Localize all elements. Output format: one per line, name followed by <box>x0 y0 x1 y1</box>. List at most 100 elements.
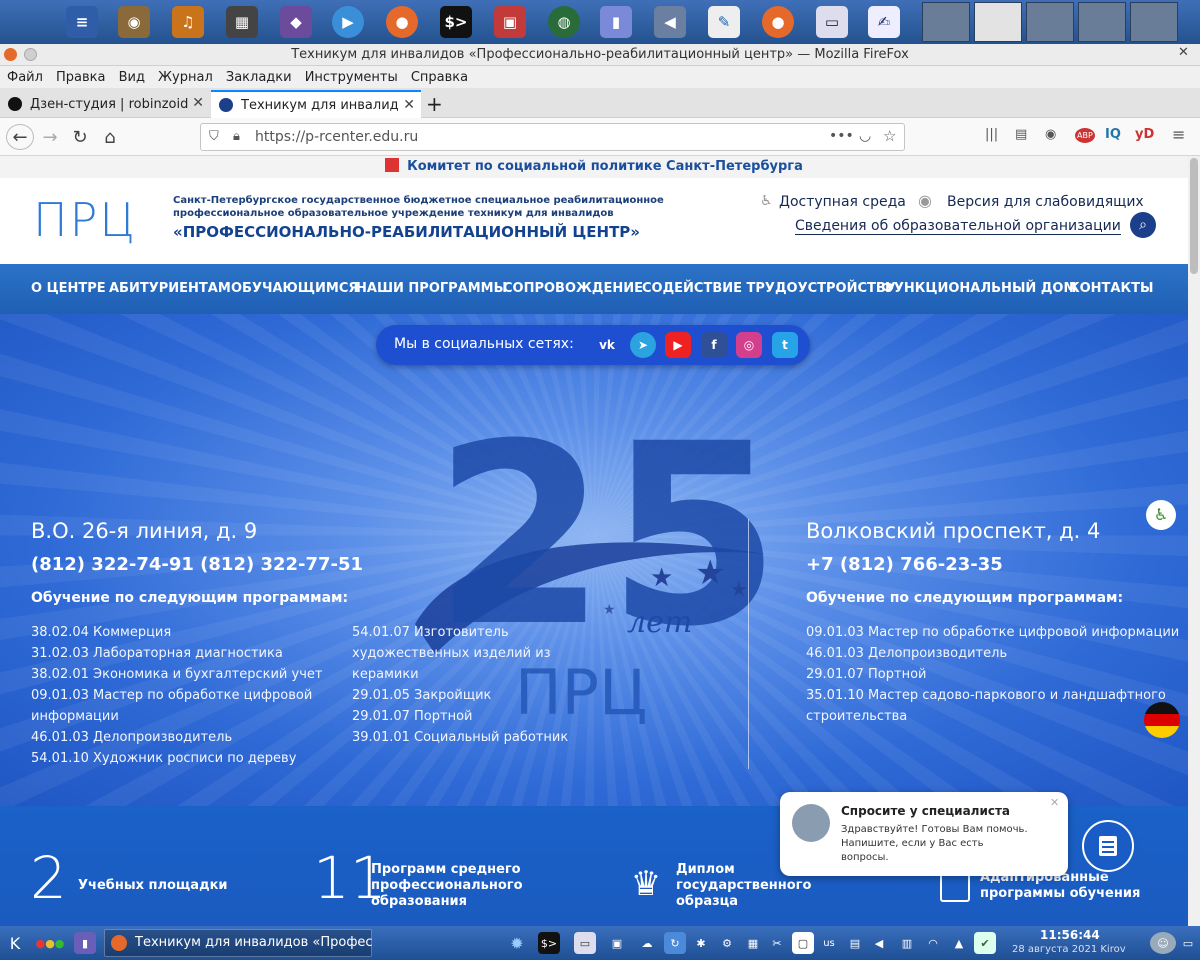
media-player-icon[interactable]: ▶ <box>332 6 364 38</box>
desktop-thumb-active[interactable] <box>974 2 1022 42</box>
chat-popup[interactable]: Спросите у специалиста Здравствуйте! Гот… <box>780 792 1068 876</box>
program-item[interactable]: 09.01.03 Мастер по обработке цифровой ин… <box>806 622 1179 643</box>
pocket-icon[interactable]: ◡ <box>859 128 871 144</box>
accessibility-widget-icon[interactable]: ♿︎ <box>1146 500 1176 530</box>
committee-link[interactable]: Комитет по социальной политике Санкт-Пет… <box>407 159 803 174</box>
audacity-icon[interactable]: ♫ <box>172 6 204 38</box>
display-settings-icon[interactable]: ▭ <box>1180 932 1196 954</box>
close-tab-icon[interactable]: ✕ <box>403 97 415 113</box>
star-icon[interactable]: ☆ <box>883 127 896 145</box>
cloud-tray-icon[interactable]: ☁ <box>636 932 658 954</box>
reload-button[interactable]: ↻ <box>66 124 94 150</box>
monitor-icon[interactable]: ▭ <box>816 6 848 38</box>
package-icon[interactable]: ▣ <box>494 6 526 38</box>
settings-tray-icon[interactable]: ⚙ <box>716 932 738 954</box>
program-item[interactable]: 29.01.05 Закройщик <box>352 685 568 706</box>
nav-programs[interactable]: НАШИ ПРОГРАММЫ <box>356 281 507 296</box>
menu-view[interactable]: Вид <box>119 70 145 85</box>
nav-functional-home[interactable]: ФУНКЦИОНАЛЬНЫЙ ДОМ <box>881 281 1076 296</box>
forward-button[interactable]: → <box>36 124 64 150</box>
globe-icon[interactable]: ◍ <box>548 6 580 38</box>
firefox-icon[interactable]: ● <box>386 6 418 38</box>
notes-icon[interactable]: ✎ <box>708 6 740 38</box>
library-icon[interactable]: ||| <box>985 127 998 142</box>
close-icon[interactable]: ✕ <box>1050 796 1059 809</box>
close-tab-icon[interactable]: ✕ <box>192 95 204 111</box>
page-scrollbar[interactable] <box>1188 156 1200 926</box>
close-icon[interactable]: ✕ <box>1178 45 1191 60</box>
adblock-icon[interactable]: ABP <box>1075 128 1095 143</box>
more-icon[interactable]: ••• <box>829 128 854 144</box>
menu-bookmarks[interactable]: Закладки <box>226 70 292 85</box>
yd-icon[interactable]: yD <box>1135 127 1154 142</box>
german-flag-icon[interactable] <box>1144 702 1180 738</box>
program-item[interactable]: 29.01.07 Портной <box>352 706 568 727</box>
instagram-icon[interactable]: ◎ <box>736 332 762 358</box>
program-item[interactable]: 54.01.10 Художник росписи по дереву <box>31 748 322 769</box>
notes-tray-icon[interactable]: ✔ <box>974 932 996 954</box>
low-vision-link[interactable]: Версия для слабовидящих <box>947 194 1144 210</box>
telegram-icon[interactable]: ➤ <box>630 332 656 358</box>
back-button[interactable]: ← <box>6 124 34 150</box>
volume-tray-icon[interactable]: ◀ <box>868 932 890 954</box>
program-item[interactable]: 29.01.07 Портной <box>806 664 1179 685</box>
files-icon[interactable]: ▮ <box>600 6 632 38</box>
committee-banner[interactable]: Комитет по социальной политике Санкт-Пет… <box>0 156 1188 178</box>
program-item[interactable]: художественных изделий из <box>352 643 568 664</box>
gimp-icon[interactable]: ◉ <box>118 6 150 38</box>
youtube-icon[interactable]: ▶ <box>665 332 691 358</box>
kde-menu-icon[interactable]: K <box>4 932 26 954</box>
chat-button[interactable] <box>1082 820 1134 872</box>
edu-info-link[interactable]: Сведения об образовательной организации <box>795 218 1121 235</box>
keyboard-layout[interactable]: us <box>818 932 840 954</box>
iq-icon[interactable]: IQ <box>1105 127 1121 142</box>
left-phones[interactable]: (812) 322-74-91 (812) 322-77-51 <box>31 554 363 575</box>
app-icon[interactable]: ◆ <box>280 6 312 38</box>
nav-support[interactable]: СОПРОВОЖДЕНИЕ <box>503 281 643 296</box>
clipboard-tray-icon[interactable]: ▢ <box>792 932 814 954</box>
desktop-thumb[interactable] <box>922 2 970 42</box>
writer-icon[interactable]: ≡ <box>66 6 98 38</box>
lock-icon[interactable]: 🔒︎ <box>233 129 240 144</box>
scissors-icon[interactable]: ✂ <box>766 932 788 954</box>
network-icon[interactable]: ▤ <box>844 932 866 954</box>
pager-icon[interactable]: ▮ <box>74 932 96 954</box>
menu-file[interactable]: Файл <box>7 70 43 85</box>
program-item[interactable]: строительства <box>806 706 1179 727</box>
nav-applicants[interactable]: АБИТУРИЕНТАМ <box>109 281 231 296</box>
hamburger-menu-icon[interactable]: ≡ <box>1172 125 1185 144</box>
url-bar[interactable]: ⛉ 🔒︎ https://p-rcenter.edu.ru ••• ◡ ☆ <box>200 123 905 151</box>
network-tray-icon[interactable]: ▣ <box>606 932 628 954</box>
program-item[interactable]: 38.02.04 Коммерция <box>31 622 322 643</box>
nav-students[interactable]: ОБУЧАЮЩИМСЯ <box>231 281 358 296</box>
program-item[interactable]: 39.01.01 Социальный работник <box>352 727 568 748</box>
firefox2-icon[interactable]: ● <box>762 6 794 38</box>
clock-date[interactable]: 28 августа 2021 Kirov <box>1012 944 1126 955</box>
menu-tools[interactable]: Инструменты <box>305 70 398 85</box>
dots-icon[interactable]: ● ● ● <box>32 932 68 954</box>
user-tray-icon[interactable]: ☺ <box>1150 932 1176 954</box>
desktop-thumb[interactable] <box>1078 2 1126 42</box>
program-item[interactable]: 38.02.01 Экономика и бухгалтерский учет <box>31 664 322 685</box>
terminal-tray-icon[interactable]: $> <box>538 932 560 954</box>
accessible-link[interactable]: Доступная среда <box>779 194 906 210</box>
program-item[interactable]: 31.02.03 Лабораторная диагностика <box>31 643 322 664</box>
tab-technikum[interactable]: Техникум для инвалид ✕ <box>211 90 421 118</box>
scroll-thumb[interactable] <box>1190 158 1198 274</box>
terminal-icon[interactable]: $> <box>440 6 472 38</box>
menu-help[interactable]: Справка <box>411 70 468 85</box>
facebook-icon[interactable]: f <box>701 332 727 358</box>
program-item[interactable]: 46.01.03 Делопроизводитель <box>806 643 1179 664</box>
wifi-tray-icon[interactable]: ◠ <box>922 932 944 954</box>
program-item[interactable]: 35.01.10 Мастер садово-паркового и ландш… <box>806 685 1179 706</box>
vk-icon[interactable]: vk <box>594 332 620 358</box>
program-item[interactable]: 54.01.07 Изготовитель <box>352 622 568 643</box>
menu-history[interactable]: Журнал <box>158 70 213 85</box>
program-item[interactable]: 46.01.03 Делопроизводитель <box>31 727 322 748</box>
right-phones[interactable]: +7 (812) 766-23-35 <box>806 554 1003 575</box>
updater-tray-icon[interactable]: ↻ <box>664 932 686 954</box>
printer-tray-icon[interactable]: ▥ <box>896 932 918 954</box>
sidebar-icon[interactable]: ▤ <box>1015 127 1027 142</box>
clock-time[interactable]: 11:56:44 <box>1040 928 1100 942</box>
nav-employment[interactable]: СОДЕЙСТВИЕ ТРУДОУСТРОЙСТВУ <box>642 281 896 296</box>
